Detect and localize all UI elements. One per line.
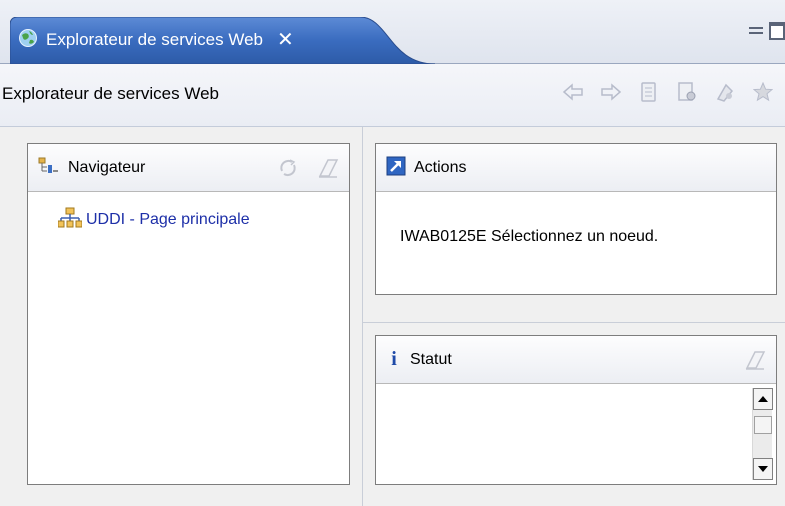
toolbar-icon-group (561, 80, 775, 104)
actions-title: Actions (414, 158, 467, 176)
tab-close-icon[interactable]: ✕ (277, 30, 294, 50)
vertical-sash[interactable] (362, 127, 363, 506)
wsdl-page-icon[interactable] (675, 80, 699, 104)
uddi-registry-icon (57, 207, 83, 233)
status-header-icons (744, 349, 766, 375)
scroll-down-arrow-icon[interactable] (753, 458, 773, 480)
status-panel: i Statut (375, 335, 777, 485)
actions-header: Actions (376, 144, 776, 192)
globe-icon (18, 28, 38, 52)
history-icon[interactable] (637, 80, 661, 104)
status-header: i Statut (376, 336, 776, 384)
tab-web-services-explorer[interactable]: Explorateur de services Web ✕ (10, 17, 435, 64)
navigator-header-icons (277, 157, 339, 183)
editor-tab-strip: Explorateur de services Web ✕ (0, 0, 785, 64)
horizontal-sash[interactable] (363, 322, 785, 323)
actions-message: IWAB0125E Sélectionnez un noeud. (400, 228, 659, 245)
scrollbar-thumb[interactable] (754, 416, 772, 434)
status-content (376, 384, 776, 484)
explorer-main-area: Navigateur UDDI - Page principale Action… (0, 127, 785, 506)
navigator-tree-icon (38, 157, 60, 179)
uddi-page-icon[interactable] (713, 80, 737, 104)
explorer-toolbar: Explorateur de services Web (0, 64, 785, 127)
tree-item-label: UDDI - Page principale (86, 211, 250, 228)
info-icon: i (391, 348, 397, 370)
status-title: Statut (410, 350, 452, 368)
refresh-icon[interactable] (277, 157, 299, 183)
scroll-up-arrow-icon[interactable] (753, 388, 773, 410)
navigator-panel: Navigateur UDDI - Page principale (27, 143, 350, 485)
clear-icon[interactable] (744, 349, 766, 375)
navigator-tree: UDDI - Page principale (28, 192, 349, 233)
actions-panel: Actions IWAB0125E Sélectionnez un noeud. (375, 143, 777, 295)
maximize-icon[interactable] (769, 22, 785, 40)
toolbar-title: Explorateur de services Web (2, 84, 220, 103)
navigator-header: Navigateur (28, 144, 349, 192)
view-window-controls (749, 22, 785, 40)
clear-icon[interactable] (317, 157, 339, 183)
tab-title: Explorateur de services Web (46, 30, 264, 49)
actions-arrow-icon (386, 156, 406, 180)
favorites-star-icon[interactable] (751, 80, 775, 104)
tree-item-uddi-main-page[interactable]: UDDI - Page principale (57, 207, 349, 233)
minimize-icon[interactable] (749, 24, 763, 38)
back-arrow-icon[interactable] (561, 80, 585, 104)
forward-arrow-icon[interactable] (599, 80, 623, 104)
status-scrollbar[interactable] (752, 388, 773, 480)
navigator-title: Navigateur (68, 158, 146, 176)
